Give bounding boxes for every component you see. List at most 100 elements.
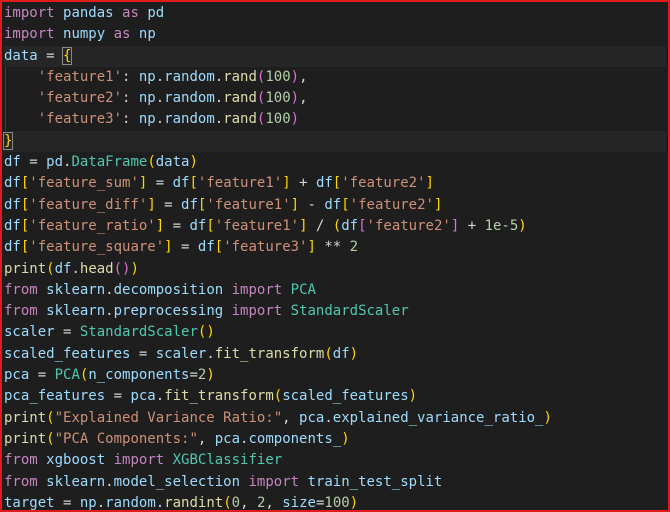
code-token: df: [172, 175, 190, 192]
code-line[interactable]: 'feature1': np.random.rand(100),: [4, 66, 666, 89]
code-token: :: [122, 90, 139, 107]
code-token: 'feature_square': [29, 239, 165, 256]
code-line[interactable]: 'feature2': np.random.rand(100),: [4, 88, 666, 110]
code-line[interactable]: df['feature_sum'] = df['feature1'] + df[…: [4, 173, 666, 194]
code-line[interactable]: from sklearn.preprocessing import Standa…: [4, 301, 666, 322]
code-token: ]: [282, 175, 291, 192]
code-token: print: [4, 260, 47, 277]
code-token: pca_features: [4, 388, 106, 405]
code-token: 0: [231, 494, 241, 511]
code-token: from: [4, 473, 38, 490]
indent-guide: [5, 88, 6, 110]
code-token: random: [164, 68, 215, 85]
code-token: head: [79, 260, 114, 277]
code-token: .: [71, 260, 80, 277]
code-token: 'feature3': [223, 239, 308, 256]
code-area[interactable]: import pandas as pd import numpy as np dat…: [2, 3, 666, 511]
code-token: 100: [324, 494, 350, 511]
code-token: df: [4, 217, 21, 234]
code-line[interactable]: df = pd.DataFrame(data): [4, 152, 666, 173]
code-token: =: [130, 345, 156, 362]
code-token: =: [155, 196, 182, 213]
code-line[interactable]: scaled_features = scaler.fit_transform(d…: [4, 344, 666, 365]
code-line[interactable]: print(df.head()): [4, 259, 666, 280]
code-token: df: [324, 196, 342, 213]
code-token: df: [4, 175, 21, 192]
code-token: .: [155, 494, 165, 511]
code-token: np: [79, 494, 97, 511]
code-token: scaler: [4, 324, 55, 341]
code-token: df: [4, 239, 21, 256]
code-line[interactable]: print("Explained Variance Ratio:", pca.e…: [4, 408, 666, 429]
code-token: DataFrame: [71, 154, 148, 171]
code-token: from: [4, 303, 38, 320]
code-line[interactable]: df['feature_square'] = df['feature3'] **…: [4, 237, 666, 258]
code-token: [: [358, 217, 367, 234]
code-token: scaled_features: [4, 345, 131, 362]
code-line[interactable]: scaler = StandardScaler(): [4, 322, 666, 343]
code-token: 'feature_diff': [29, 196, 148, 213]
code-token: import: [248, 473, 300, 490]
indent-guide: [5, 66, 6, 89]
code-token: fit_transform: [164, 388, 274, 405]
code-token: .: [155, 388, 165, 405]
code-line[interactable]: target = np.random.randint(0, 2, size=10…: [4, 493, 666, 511]
code-token: :: [122, 68, 139, 85]
code-line[interactable]: from sklearn.decomposition import PCA: [4, 280, 666, 301]
code-token: .: [324, 409, 333, 426]
code-editor[interactable]: import pandas as pd import numpy as np dat…: [0, 0, 670, 512]
code-line[interactable]: data = {: [4, 45, 666, 67]
code-token: 100: [265, 90, 291, 107]
code-line[interactable]: from sklearn.model_selection import trai…: [4, 472, 666, 493]
code-token: (: [147, 154, 156, 171]
code-token: ): [518, 217, 527, 234]
indent-guide: [5, 109, 6, 131]
code-token: 'feature_sum': [29, 175, 139, 192]
code-token: ]: [290, 196, 300, 213]
code-token: df: [4, 196, 21, 213]
code-token: rand: [223, 68, 257, 85]
code-line[interactable]: import pandas as pd: [4, 3, 666, 24]
code-line[interactable]: pca_features = pca.fit_transform(scaled_…: [4, 386, 666, 407]
code-token: [: [332, 175, 342, 192]
code-token: .: [105, 473, 114, 490]
code-token: 'feature2': [37, 90, 123, 107]
code-token: =: [54, 324, 80, 341]
code-line[interactable]: }: [2, 130, 666, 153]
code-token: {: [61, 46, 73, 65]
code-token: as: [113, 26, 131, 43]
code-token: train_test_split: [307, 473, 443, 490]
code-token: ): [206, 367, 215, 384]
code-token: (: [46, 409, 55, 426]
code-token: 'feature2': [366, 217, 451, 234]
code-line[interactable]: pca = PCA(n_components=2): [4, 365, 666, 386]
code-token: ,: [282, 409, 300, 426]
code-line[interactable]: df['feature_ratio'] = df['feature1'] / (…: [4, 216, 666, 237]
code-token: ]: [147, 196, 156, 213]
code-token: ): [130, 260, 139, 277]
code-token: decomposition: [113, 281, 224, 298]
code-line[interactable]: import numpy as np: [4, 24, 666, 45]
code-line[interactable]: print("PCA Components:", pca.components_…: [4, 429, 666, 450]
code-token: .: [214, 68, 224, 85]
code-token: =: [164, 217, 190, 234]
code-token: (: [46, 260, 55, 277]
code-line[interactable]: from xgboost import XGBClassifier: [4, 450, 666, 471]
code-line[interactable]: df['feature_diff'] = df['feature1'] - df…: [4, 195, 666, 216]
code-token: .: [214, 111, 224, 128]
code-token: ): [290, 111, 300, 128]
code-token: ): [408, 388, 418, 405]
code-line[interactable]: 'feature3': np.random.rand(100): [4, 109, 666, 131]
code-token: 100: [265, 68, 291, 85]
code-token: [: [214, 239, 224, 256]
code-token: pca: [130, 388, 156, 405]
code-token: (): [197, 324, 215, 341]
code-token: ]: [164, 239, 173, 256]
code-token: pca: [214, 430, 241, 447]
